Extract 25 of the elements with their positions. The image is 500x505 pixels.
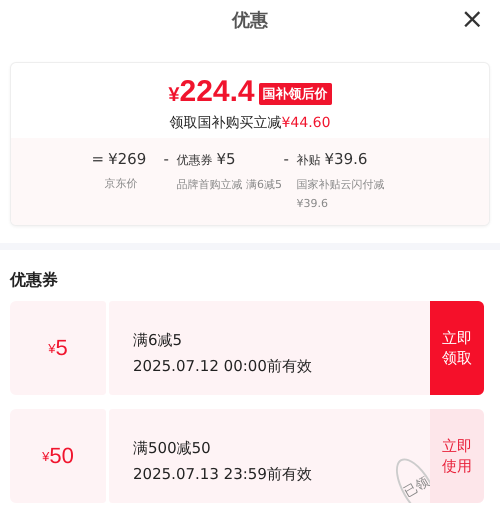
price-label: 优惠券 — [176, 152, 212, 169]
price-badge: 国补领后价 — [258, 82, 332, 104]
use-coupon-button[interactable]: 立即使用 — [430, 409, 484, 503]
coupon-condition: 满6减5 — [133, 330, 182, 351]
final-price: ¥224.4 — [168, 75, 255, 110]
coupon-amount: ¥50 — [10, 409, 106, 503]
operator-sign: - — [284, 150, 290, 168]
section-title: 优惠券 — [10, 270, 59, 291]
price-value: ¥39.6 — [324, 150, 368, 168]
coupon-condition: 满500减50 — [133, 438, 211, 459]
price-label: 补贴 — [296, 152, 320, 169]
coupon-validity: 2025.07.13 23:59前有效 — [133, 464, 312, 485]
price-value: ¥5 — [216, 150, 236, 168]
price-note: 品牌首购立减 满6减5 — [176, 177, 283, 193]
operator-sign: = — [92, 150, 104, 168]
saving-text: 领取国补购买立减¥44.60 — [170, 114, 330, 132]
close-button[interactable]: × — [458, 6, 486, 32]
price-note: 国家补贴云闪付减¥39.6 — [296, 177, 386, 212]
claim-coupon-button[interactable]: 立即领取 — [430, 301, 484, 395]
dialog-title: 优惠 — [232, 9, 268, 32]
price-note: 京东价 — [104, 176, 138, 192]
coupon-validity: 2025.07.12 00:00前有效 — [133, 356, 312, 377]
coupon-amount: ¥5 — [10, 301, 106, 395]
price-value: ¥269 — [108, 150, 146, 168]
operator-sign: - — [164, 150, 170, 168]
